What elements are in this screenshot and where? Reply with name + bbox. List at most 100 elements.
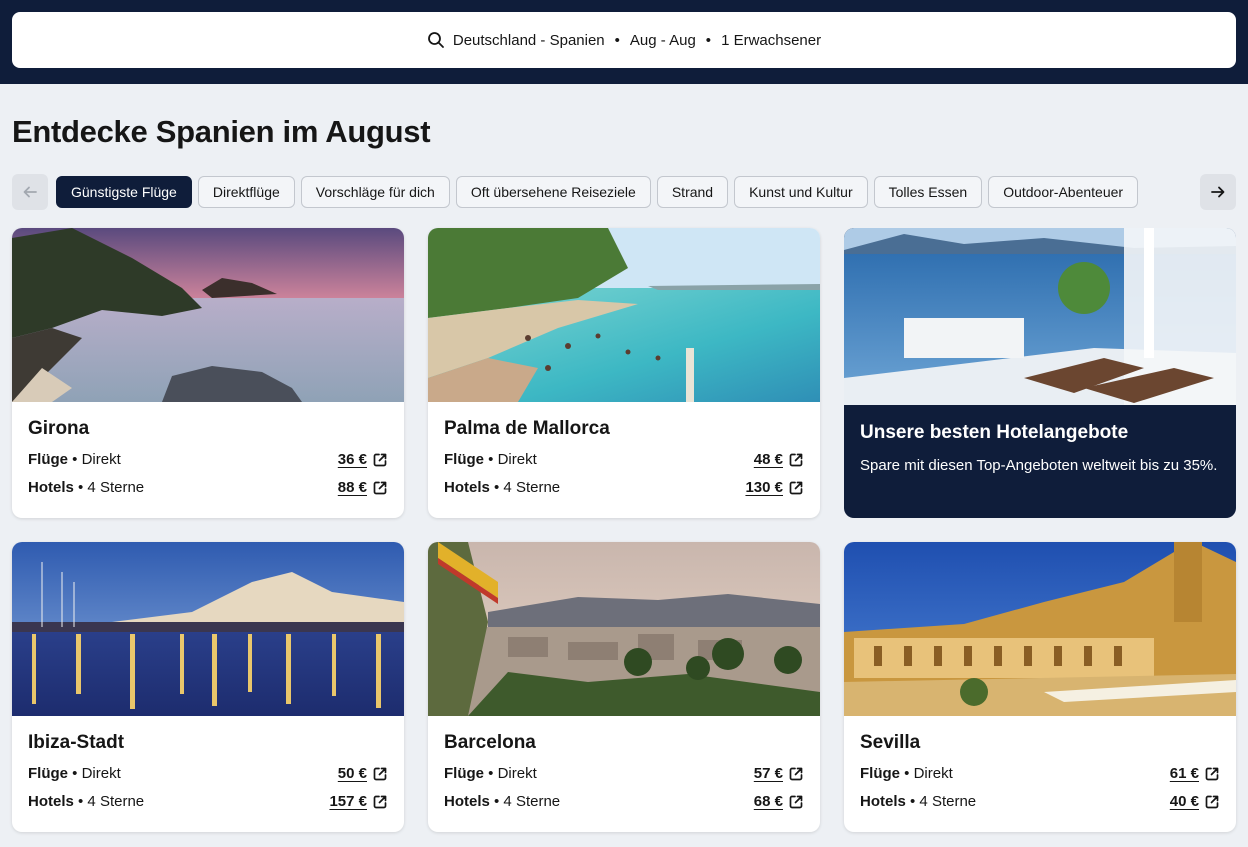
promo-image — [844, 228, 1236, 405]
hotels-label: Hotels — [444, 479, 490, 496]
header-bar: Deutschland - Spanien • Aug - Aug • 1 Er… — [0, 0, 1248, 84]
flight-price: 50 € — [337, 765, 367, 782]
flight-price-link[interactable]: 57 € — [754, 765, 804, 782]
hotel-info-row: Hotels • 4 Sterne 130 € — [444, 479, 804, 501]
destination-card-palma-de-mallorca[interactable]: Palma de Mallorca Flüge • Direkt 48 € Ho… — [428, 228, 820, 518]
hotel-info-row: Hotels • 4 Sterne 88 € — [28, 479, 388, 501]
filter-bar: Günstigste Flüge Direktflüge Vorschläge fü… — [12, 174, 1236, 210]
flight-price-link[interactable]: 48 € — [754, 451, 804, 468]
external-link-icon — [1205, 795, 1219, 808]
filter-chip[interactable]: Kunst und Kultur — [734, 176, 868, 208]
flight-info-row: Flüge • Direkt 36 € — [28, 451, 388, 473]
hotel-price: 68 € — [753, 793, 783, 810]
external-link-icon — [373, 481, 387, 494]
destination-image — [12, 542, 404, 716]
flights-label: Flüge — [444, 451, 484, 468]
destination-name: Barcelona — [444, 732, 536, 753]
flight-price: 61 € — [1169, 765, 1199, 782]
flight-price: 36 € — [337, 451, 367, 468]
flights-label: Flüge — [28, 765, 68, 782]
hotel-price-link[interactable]: 130 € — [745, 479, 804, 496]
search-dates: Aug - Aug — [629, 31, 696, 49]
destination-image — [844, 542, 1236, 716]
search-route: Deutschland - Spanien — [452, 31, 605, 49]
flight-price-link[interactable]: 36 € — [338, 451, 388, 468]
hotels-detail: • 4 Sterne — [489, 793, 561, 810]
destination-name: Ibiza-Stadt — [28, 732, 125, 753]
filter-chip[interactable]: Oft übersehene Reiseziele — [455, 176, 651, 208]
hotel-price: 40 € — [1169, 793, 1199, 810]
hotel-price-link[interactable]: 68 € — [754, 793, 804, 810]
scroll-right-button[interactable] — [1200, 174, 1236, 210]
hotels-detail: • 4 Sterne — [489, 479, 561, 496]
hotel-price: 130 € — [745, 479, 783, 496]
hotel-price: 88 € — [337, 479, 367, 496]
hotels-detail: • 4 Sterne — [73, 479, 145, 496]
hotel-info-row: Hotels • 4 Sterne 68 € — [444, 793, 804, 815]
flights-label: Flüge — [860, 765, 900, 782]
arrow-left-icon — [23, 186, 37, 198]
arrow-right-icon — [1211, 186, 1225, 198]
flights-label: Flüge — [444, 765, 484, 782]
search-icon — [427, 32, 444, 48]
hotel-price-link[interactable]: 157 € — [329, 793, 388, 810]
destination-image — [12, 228, 404, 402]
flights-detail: • Direkt — [68, 765, 121, 782]
flight-price-link[interactable]: 61 € — [1170, 765, 1220, 782]
destination-image — [428, 228, 820, 402]
hotels-label: Hotels — [860, 793, 906, 810]
hotel-price-link[interactable]: 40 € — [1170, 793, 1220, 810]
flights-detail: • Direkt — [68, 451, 121, 468]
search-summary-button[interactable]: Deutschland - Spanien • Aug - Aug • 1 Er… — [12, 12, 1236, 68]
filter-chip-list: Günstigste Flüge Direktflüge Vorschläge fü… — [56, 176, 1188, 208]
search-travelers: 1 Erwachsener — [721, 31, 822, 49]
destination-name: Sevilla — [860, 732, 921, 753]
destination-card-ibiza-stadt[interactable]: Ibiza-Stadt Flüge • Direkt 50 € Hotels •… — [12, 542, 404, 832]
destination-card-sevilla[interactable]: Sevilla Flüge • Direkt 61 € Hotels • 4 S… — [844, 542, 1236, 832]
promo-title: Unsere besten Hotelangebote — [860, 422, 1129, 443]
external-link-icon — [373, 453, 387, 466]
external-link-icon — [789, 795, 803, 808]
page-title: Entdecke Spanien im August — [12, 114, 431, 149]
flight-info-row: Flüge • Direkt 57 € — [444, 765, 804, 787]
search-separator: • — [614, 31, 620, 49]
destination-name: Girona — [28, 418, 90, 439]
filter-chip[interactable]: Tolles Essen — [873, 176, 983, 208]
flights-detail: • Direkt — [900, 765, 953, 782]
external-link-icon — [373, 767, 387, 780]
filter-chip[interactable]: Strand — [656, 176, 729, 208]
flight-price-link[interactable]: 50 € — [338, 765, 388, 782]
flight-price: 48 € — [753, 451, 783, 468]
promo-text: Spare mit diesen Top-Angeboten weltweit … — [860, 457, 1218, 474]
hotels-label: Hotels — [28, 479, 74, 496]
filter-chip[interactable]: Outdoor-Abenteuer — [988, 176, 1139, 208]
flight-info-row: Flüge • Direkt 61 € — [860, 765, 1220, 787]
hotels-label: Hotels — [444, 793, 490, 810]
hotel-price-link[interactable]: 88 € — [338, 479, 388, 496]
search-separator: • — [705, 31, 712, 49]
destination-name: Palma de Mallorca — [444, 418, 610, 439]
external-link-icon — [789, 767, 803, 780]
destination-card-girona[interactable]: Girona Flüge • Direkt 36 € Hotels • 4 St… — [12, 228, 404, 518]
filter-chip[interactable]: Vorschläge für dich — [300, 176, 450, 208]
external-link-icon — [789, 481, 803, 494]
scroll-left-button[interactable] — [12, 174, 48, 210]
external-link-icon — [1205, 767, 1219, 780]
external-link-icon — [789, 453, 803, 466]
external-link-icon — [373, 795, 387, 808]
flight-info-row: Flüge • Direkt 48 € — [444, 451, 804, 473]
flight-info-row: Flüge • Direkt 50 € — [28, 765, 388, 787]
flights-detail: • Direkt — [484, 765, 537, 782]
flights-detail: • Direkt — [484, 451, 537, 468]
filter-chip[interactable]: Günstigste Flüge — [56, 176, 192, 208]
hotel-deals-promo-card[interactable]: Unsere besten Hotelangebote Spare mit di… — [844, 228, 1236, 518]
hotels-label: Hotels — [28, 793, 74, 810]
hotels-detail: • 4 Sterne — [73, 793, 145, 810]
hotel-price: 157 € — [329, 793, 367, 810]
flight-price: 57 € — [753, 765, 783, 782]
hotel-info-row: Hotels • 4 Sterne 40 € — [860, 793, 1220, 815]
filter-chip[interactable]: Direktflüge — [197, 176, 295, 208]
destination-card-barcelona[interactable]: Barcelona Flüge • Direkt 57 € Hotels • 4… — [428, 542, 820, 832]
destination-image — [428, 542, 820, 716]
flights-label: Flüge — [28, 451, 68, 468]
